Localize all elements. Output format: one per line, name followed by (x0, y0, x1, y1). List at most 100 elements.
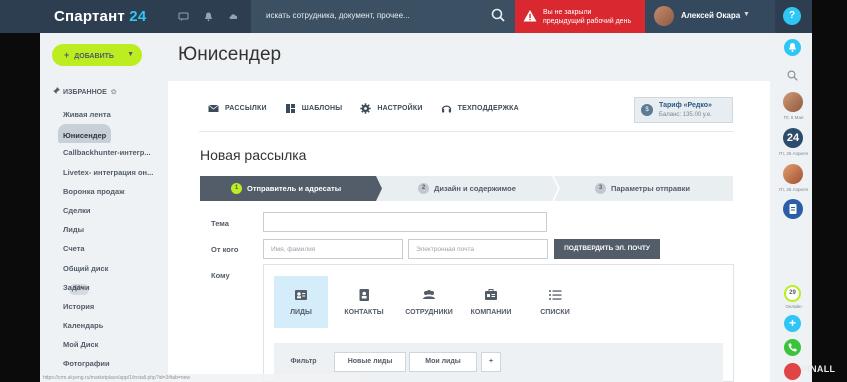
sidebar-item-deals[interactable]: Сделки (57, 201, 160, 220)
logo-num: 24 (129, 8, 147, 25)
right-black-border (812, 0, 847, 382)
sidebar-item-my-drive[interactable]: Мой Диск (57, 335, 160, 354)
wizard-steps: 1 Отправитель и адресаты 2 Дизайн и содерж… (200, 176, 733, 201)
sender-name-field[interactable]: Имя, фамилия (263, 239, 403, 259)
tab-leads[interactable]: ЛИДЫ (274, 276, 328, 328)
from-label: От кого (211, 245, 239, 254)
sidebar-item-label: Общий диск (63, 263, 109, 273)
subject-field[interactable] (263, 212, 547, 232)
cloud-icon[interactable] (228, 11, 239, 22)
subnav: РАССЫЛКИ ШАБЛОНЫ НАСТРОЙКИ ТЕХПОДДЕРЖКА (208, 103, 537, 114)
help-button[interactable]: ? (783, 7, 801, 25)
step-separator (552, 176, 560, 201)
left-black-border (0, 0, 40, 382)
avatar (654, 6, 674, 26)
phone-icon[interactable] (784, 339, 801, 356)
chat-avatar[interactable] (783, 164, 803, 184)
document-chat-icon[interactable] (783, 199, 803, 219)
tab-label: НАСТРОЙКИ (377, 105, 423, 112)
sidebar-item-funnel[interactable]: Воронка продаж (57, 182, 160, 201)
left-sidebar: + ДОБАВИТЬ ▼ ИЗБРАННОЕ ✿ Живая лента Юнисен… (40, 33, 160, 382)
favorites-label: ИЗБРАННОЕ (63, 89, 107, 96)
workday-alert[interactable]: Вы не закрыли предыдущий рабочий день (515, 0, 645, 33)
favorites-header[interactable]: ИЗБРАННОЕ ✿ (52, 87, 117, 96)
add-chat-button[interactable]: + (784, 315, 801, 332)
sidebar-item-shared-drive[interactable]: Общий диск (57, 259, 160, 278)
chevron-down-icon: ▼ (127, 51, 134, 58)
placeholder: Электронная почта (416, 246, 475, 253)
sidebar-item-label: Воронка продаж (63, 186, 125, 196)
sidebar-item-label: История (63, 301, 95, 311)
record-icon[interactable] (784, 363, 801, 380)
tab-label: РАССЫЛКИ (225, 105, 267, 112)
contacts-icon (359, 289, 369, 301)
tab-lists[interactable]: СПИСКИ (528, 276, 582, 328)
alert-line1: Вы не закрыли (543, 9, 592, 16)
step-number: 3 (595, 183, 606, 194)
sidebar-item-label: Livetex- интеграция он... (63, 167, 154, 177)
step-3[interactable]: 3 Параметры отправки (595, 176, 690, 201)
my-leads-tab[interactable]: Мои лиды (409, 352, 477, 372)
sidebar-item-tasks[interactable]: Задачи 50+ (57, 278, 160, 297)
gear-icon (360, 103, 372, 114)
add-button-label: ДОБАВИТЬ (74, 53, 114, 60)
gear-icon[interactable]: ✿ (111, 89, 117, 96)
sidebar-item-label: Лиды (63, 225, 85, 235)
tab-mailings[interactable]: РАССЫЛКИ (208, 103, 267, 114)
chat-icon[interactable] (178, 11, 189, 22)
date-label: Пт, 6 Мая (783, 115, 804, 120)
sidebar-item-calendar[interactable]: Календарь (57, 316, 160, 335)
sidebar-item-label: Счета (63, 244, 85, 254)
sidebar-item-photos[interactable]: Фотографии (57, 354, 160, 373)
new-leads-tab[interactable]: Новые лиды (334, 352, 406, 372)
sidebar-menu: Живая лента Юнисендер Callbackhunter-инт… (57, 105, 160, 374)
sidebar-item-label: Календарь (63, 321, 104, 331)
online-counter[interactable]: 29 (784, 285, 801, 302)
filter-tab[interactable]: Фильтр (276, 352, 331, 372)
date-label: Пт, 25 Апреля (779, 187, 808, 192)
add-filter-button[interactable]: + (481, 352, 501, 372)
sidebar-item-callbackhunter[interactable]: Callbackhunter-интегр... (57, 143, 160, 162)
pin-icon (53, 87, 60, 94)
sidebar-item-unisender[interactable]: Юнисендер (57, 124, 160, 144)
bitrix24-chat[interactable]: 24 (783, 128, 803, 148)
tab-contacts[interactable]: КОНТАКТЫ (337, 276, 391, 328)
sidebar-item-history[interactable]: История (57, 297, 160, 316)
tab-settings[interactable]: НАСТРОЙКИ (360, 103, 422, 114)
tab-label: КОМПАНИИ (470, 309, 512, 316)
sender-email-field[interactable]: Электронная почта (408, 239, 548, 259)
sidebar-item-label: Живая лента (63, 110, 111, 119)
add-button[interactable]: + ДОБАВИТЬ ▼ (52, 44, 142, 66)
sidebar-item-feed[interactable]: Живая лента (57, 105, 160, 124)
user-menu[interactable]: Алексей Окара ▼ (645, 0, 775, 33)
sidebar-item-invoices[interactable]: Счета (57, 239, 160, 258)
global-search[interactable]: искать сотрудника, документ, прочее... (251, 0, 515, 33)
notifications-bell-icon[interactable] (784, 39, 801, 56)
step-1[interactable]: 1 Отправитель и адресаты (231, 176, 341, 201)
status-url: https://crm.skyeng.ru/marketplace/app/1/… (40, 374, 360, 382)
search-icon[interactable] (787, 70, 798, 81)
sidebar-item-leads[interactable]: Лиды (57, 220, 160, 239)
sidebar-item-label: Фотографии (63, 359, 110, 369)
sidebar-item-label: Сделки (63, 205, 91, 215)
tab-support[interactable]: ТЕХПОДДЕРЖКА (441, 103, 519, 114)
sidebar-item-label: Callbackhunter-интегр... (63, 148, 151, 158)
top-bar: Спартант 24 искать сотрудника, документ,… (0, 0, 847, 33)
search-input[interactable]: искать сотрудника, документ, прочее... (266, 11, 410, 20)
chat-avatar[interactable] (783, 92, 803, 112)
sidebar-item-livetex[interactable]: Livetex- интеграция он... (57, 163, 160, 182)
tariff-title: Тариф «Редко» (659, 102, 712, 109)
to-label: Кому (211, 271, 230, 280)
step-2[interactable]: 2 Дизайн и содержимое (418, 176, 516, 201)
templates-icon (285, 104, 295, 113)
tab-employees[interactable]: СОТРУДНИКИ (400, 276, 458, 328)
tariff-box[interactable]: $ Тариф «Редко» Баланс: 135.00 у.е. (634, 97, 733, 123)
search-icon[interactable] (491, 8, 505, 22)
tab-companies[interactable]: КОМПАНИИ (464, 276, 518, 328)
app-logo[interactable]: Спартант 24 (54, 8, 146, 25)
tab-templates[interactable]: ШАБЛОНЫ (285, 103, 343, 114)
chevron-down-icon: ▼ (743, 11, 750, 18)
confirm-email-button[interactable]: ПОДТВЕРДИТЬ ЭЛ. ПОЧТУ (554, 239, 660, 259)
bell-icon[interactable] (203, 11, 214, 22)
tab-label: СОТРУДНИКИ (405, 309, 453, 316)
